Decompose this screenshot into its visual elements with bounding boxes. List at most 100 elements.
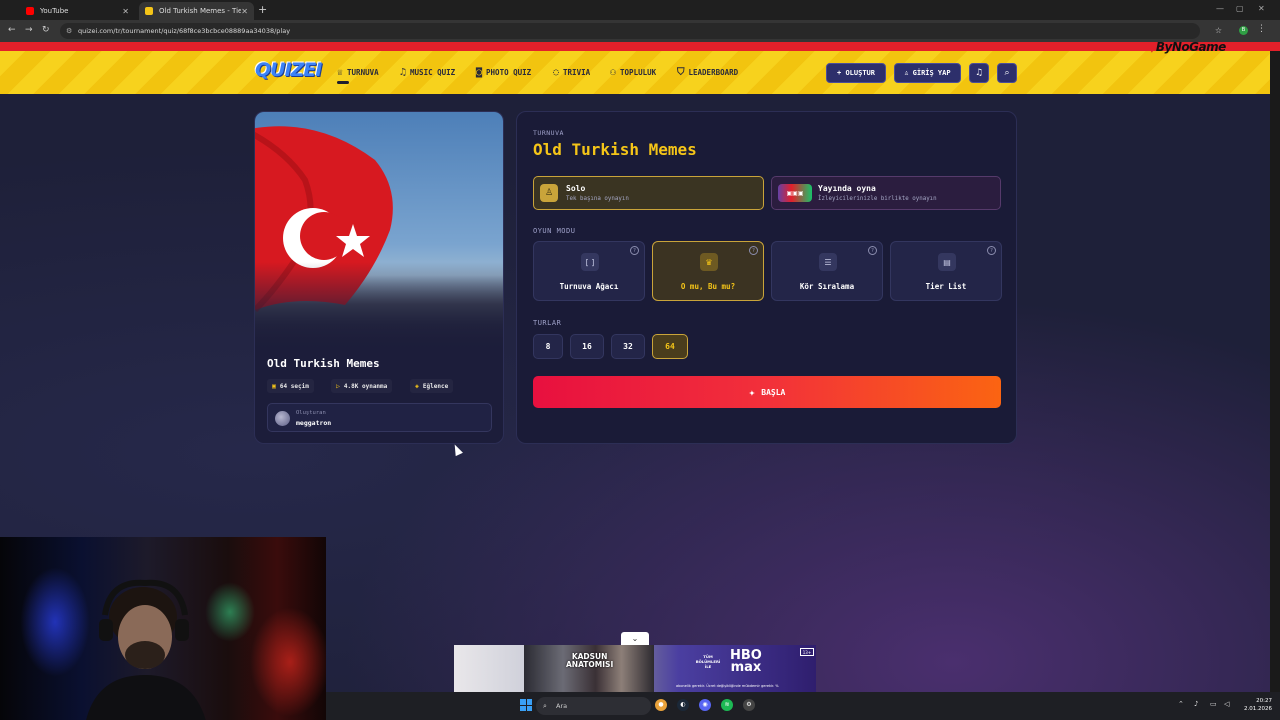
notifications-bell-icon[interactable]: ♫: [969, 63, 989, 83]
nav-label: PHOTO QUIZ: [486, 68, 532, 77]
start-button[interactable]: ✦ BAŞLA: [533, 376, 1001, 408]
game-setup-card: TURNUVA Old Turkish Memes ♙ Solo Tek baş…: [516, 111, 1017, 444]
bookmark-star-icon[interactable]: ☆: [1215, 26, 1222, 35]
create-button[interactable]: + OLUŞTUR: [826, 63, 886, 83]
mode-label: O mu, Bu mu?: [680, 282, 736, 291]
creator-name[interactable]: meggatron: [296, 419, 331, 427]
stream-play-option[interactable]: ▣▣▣ Yayında oyna İzleyicilerinizle birli…: [771, 176, 1001, 210]
solo-play-option[interactable]: ♙ Solo Tek başına oynayın: [533, 176, 764, 210]
option-title: Yayında oyna: [818, 184, 876, 193]
round-option-32[interactable]: 32: [611, 334, 645, 359]
taskbar-steam-icon[interactable]: ◐: [677, 699, 689, 711]
bynogame-overlay-logo: /ByNoGame: [1152, 40, 1226, 54]
age-rating-badge: 13+: [800, 648, 814, 656]
address-bar[interactable]: ⚙ quizei.com/tr/tournament/quiz/68f8ce3b…: [60, 23, 1200, 39]
option-title: Solo: [566, 184, 586, 193]
mode-tier-list[interactable]: ▤ ? Tier List: [890, 241, 1002, 301]
quiz-cover-image: [255, 112, 503, 352]
volume-icon[interactable]: ◁: [1224, 700, 1229, 708]
taskbar-discord-icon[interactable]: ◉: [699, 699, 711, 711]
taskbar-spotify-icon[interactable]: ≋: [721, 699, 733, 711]
nav-label: TURNUVA: [347, 68, 379, 77]
quizei-favicon-icon: [145, 7, 153, 15]
help-icon[interactable]: ?: [630, 246, 639, 255]
users-icon: ⚇: [610, 67, 617, 78]
shield-icon: ⛉: [677, 67, 685, 78]
help-icon[interactable]: ?: [749, 246, 758, 255]
category-chip[interactable]: ◈ Eğlence: [410, 379, 454, 393]
close-tab-icon[interactable]: ✕: [241, 7, 248, 16]
site-logo[interactable]: QUIZEI: [255, 59, 322, 85]
round-option-64[interactable]: 64: [652, 334, 688, 359]
close-window-icon[interactable]: ✕: [1258, 4, 1265, 13]
images-icon: ▣: [272, 382, 276, 390]
new-tab-icon[interactable]: +: [258, 3, 267, 16]
camera-icon: ◙: [476, 67, 483, 78]
search-icon[interactable]: ⌕: [997, 63, 1017, 83]
round-option-16[interactable]: 16: [570, 334, 604, 359]
browser-tab-quizei[interactable]: Old Turkish Memes - Tier List | ✕: [139, 2, 254, 20]
url-text: quizei.com/tr/tournament/quiz/68f8ce3bcb…: [78, 27, 291, 35]
streamer-silhouette: [86, 579, 206, 720]
chip-label: Eğlence: [422, 382, 449, 390]
nav-topluluk[interactable]: ⚇ TOPLULUK: [610, 67, 656, 78]
ad-small-text: TÜM BÖLÜMLERİ İLE: [695, 654, 721, 669]
round-option-8[interactable]: 8: [533, 334, 563, 359]
collapse-ad-chevron-down-icon[interactable]: ⌄: [621, 632, 649, 646]
windows-start-icon[interactable]: [520, 699, 532, 711]
nav-leaderboard[interactable]: ⛉ LEADERBOARD: [677, 67, 738, 78]
login-button[interactable]: ♙ GİRİŞ YAP: [894, 63, 961, 83]
play-icon: ▷: [336, 382, 340, 390]
microphone-icon[interactable]: ♪: [1194, 700, 1198, 708]
taskbar-settings-icon[interactable]: ⚙: [743, 699, 755, 711]
setup-title: Old Turkish Memes: [533, 140, 697, 159]
forward-icon[interactable]: →: [25, 25, 33, 35]
windows-taskbar: ⌕ Ara ● ◐ ◉ ≋ ⚙ ⌃ ♪ ▭ ◁ 20:27 2.01.2026: [326, 692, 1280, 720]
browser-toolbar: ← → ↻ ⚙ quizei.com/tr/tournament/quiz/68…: [0, 20, 1280, 42]
nav-turnuva[interactable]: ♕ TURNUVA: [337, 67, 379, 78]
taskbar-clock[interactable]: 20:27 2.01.2026: [1244, 697, 1272, 713]
mode-kor-siralama[interactable]: ☰ ? Kör Sıralama: [771, 241, 883, 301]
taskbar-search[interactable]: ⌕ Ara: [536, 697, 651, 715]
nav-music-quiz[interactable]: ♫ MUSIC QUIZ: [400, 67, 455, 78]
back-icon[interactable]: ←: [8, 25, 16, 35]
site-info-icon[interactable]: ⚙: [66, 23, 72, 39]
taskbar-chrome-icon[interactable]: ●: [655, 699, 667, 711]
help-icon[interactable]: ?: [868, 246, 877, 255]
quiz-info-card: Old Turkish Memes ▣ 64 seçim ▷ 4.8K oyna…: [254, 111, 504, 444]
nav-trivia[interactable]: ◌ TRIVIA: [553, 67, 590, 78]
page-scrollbar[interactable]: [1270, 51, 1280, 692]
mode-o-mu-bu-mu[interactable]: ♛ ? O mu, Bu mu?: [652, 241, 764, 301]
tab-title: YouTube: [40, 7, 69, 15]
ad-brand-logo: HBO max: [730, 648, 762, 675]
network-icon[interactable]: ▭: [1210, 700, 1217, 708]
choices-count-chip: ▣ 64 seçim: [267, 379, 314, 393]
tab-title: Old Turkish Memes - Tier List |: [159, 7, 241, 15]
nav-label: LEADERBOARD: [688, 68, 739, 77]
browser-tab-youtube[interactable]: YouTube ✕: [20, 2, 135, 20]
option-subtitle: Tek başına oynayın: [566, 196, 629, 202]
ad-banner[interactable]: KADSUN ANATOMISI TÜM BÖLÜMLERİ İLE HBO m…: [454, 645, 816, 692]
close-tab-icon[interactable]: ✕: [122, 7, 129, 16]
tier-list-icon: ▤: [938, 253, 956, 271]
user-icon: ♙: [540, 184, 558, 202]
restore-window-icon[interactable]: ▢: [1236, 4, 1244, 13]
trophy-icon: ♕: [337, 67, 344, 78]
minimize-window-icon[interactable]: —: [1216, 4, 1224, 13]
tray-overflow-icon[interactable]: ⌃: [1178, 700, 1184, 708]
extension-icon[interactable]: B: [1239, 26, 1248, 35]
clock-time: 20:27: [1256, 698, 1272, 704]
music-icon: ♫: [400, 67, 407, 78]
user-icon: ♙: [904, 69, 909, 77]
webcam-overlay: [0, 537, 326, 720]
browser-menu-icon[interactable]: ⋮: [1257, 24, 1266, 34]
cover-gradient: [255, 262, 503, 352]
avatar: [275, 411, 290, 426]
creator-box[interactable]: Oluşturan meggatron: [267, 403, 492, 432]
reload-icon[interactable]: ↻: [42, 25, 50, 35]
chip-label: 4.8K oynanma: [343, 382, 388, 390]
mode-turnuva-agaci[interactable]: [ ] ? Turnuva Ağacı: [533, 241, 645, 301]
nav-photo-quiz[interactable]: ◙ PHOTO QUIZ: [476, 67, 531, 78]
help-icon[interactable]: ?: [987, 246, 996, 255]
start-label: BAŞLA: [761, 387, 786, 397]
